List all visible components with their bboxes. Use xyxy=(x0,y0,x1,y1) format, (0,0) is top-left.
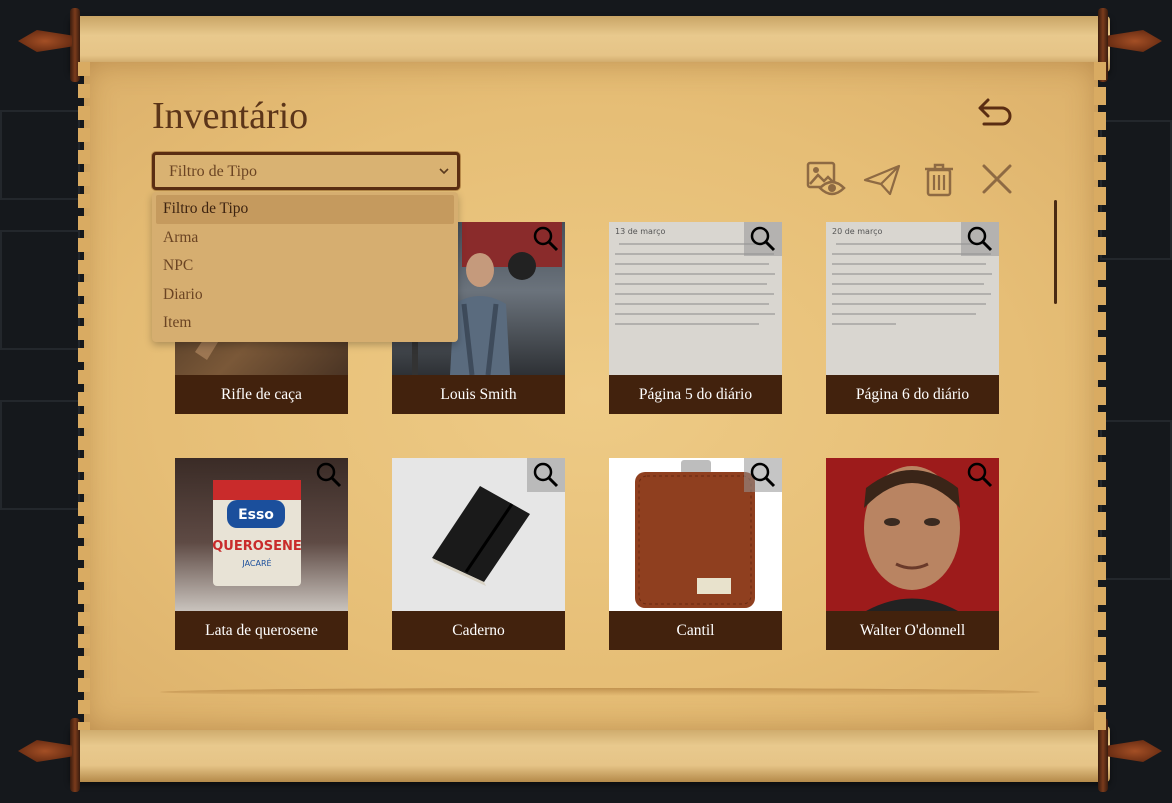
backdrop-tile xyxy=(1100,420,1172,580)
zoom-button[interactable] xyxy=(961,222,999,256)
filter-option[interactable]: Arma xyxy=(156,224,454,253)
item-label: Cantil xyxy=(609,611,782,650)
scrollbar[interactable] xyxy=(1054,200,1057,304)
zoom-button[interactable] xyxy=(310,458,348,492)
inventory-card[interactable]: 13 de março Página 5 do diário xyxy=(609,222,782,414)
chevron-down-icon xyxy=(439,168,449,175)
inventory-card[interactable]: Walter O'donnell xyxy=(826,458,999,650)
can-sub: JACARÉ xyxy=(241,557,271,568)
item-label: Louis Smith xyxy=(392,375,565,414)
parchment-edge xyxy=(1094,62,1106,730)
magnifier-icon xyxy=(750,226,776,252)
inventory-card[interactable]: Cantil xyxy=(609,458,782,650)
item-image xyxy=(609,458,782,611)
page-title: Inventário xyxy=(152,95,309,137)
magnifier-icon xyxy=(533,462,559,488)
type-filter-value: Filtro de Tipo xyxy=(169,163,258,180)
inventory-card[interactable]: 20 de março Página 6 do diário xyxy=(826,222,999,414)
magnifier-icon xyxy=(533,226,559,252)
item-image: Esso QUEROSENE JACARÉ xyxy=(175,458,348,611)
panel-shadow xyxy=(160,688,1040,696)
can-brand: Esso xyxy=(238,507,274,523)
backdrop-tile xyxy=(0,230,80,350)
parchment-edge xyxy=(78,62,90,730)
item-label: Lata de querosene xyxy=(175,611,348,650)
inventory-card[interactable]: Caderno xyxy=(392,458,565,650)
item-image: 20 de março xyxy=(826,222,999,375)
item-image xyxy=(826,458,999,611)
magnifier-icon xyxy=(967,226,993,252)
zoom-button[interactable] xyxy=(527,222,565,256)
page-date: 13 de março xyxy=(615,227,665,236)
back-button[interactable] xyxy=(976,96,1016,132)
backdrop-tile xyxy=(1100,120,1172,260)
undo-arrow-icon xyxy=(978,98,1012,126)
magnifier-icon xyxy=(750,462,776,488)
filter-option[interactable]: NPC xyxy=(156,252,454,281)
type-filter-select[interactable]: Filtro de Tipo xyxy=(152,152,460,190)
zoom-button[interactable] xyxy=(744,458,782,492)
filter-option[interactable]: Item xyxy=(156,309,454,338)
type-filter-dropdown: Filtro de Tipo Arma NPC Diario Item xyxy=(152,192,458,342)
send-button[interactable] xyxy=(862,160,902,200)
view-image-button[interactable] xyxy=(806,160,846,200)
magnifier-icon xyxy=(967,462,993,488)
delete-button[interactable] xyxy=(920,160,960,200)
item-label: Caderno xyxy=(392,611,565,650)
backdrop-tile xyxy=(0,110,80,200)
item-label: Página 5 do diário xyxy=(609,375,782,414)
send-icon xyxy=(863,164,901,196)
can-product: QUEROSENE xyxy=(212,539,302,554)
close-button[interactable] xyxy=(978,160,1018,200)
image-view-icon xyxy=(806,161,846,196)
zoom-button[interactable] xyxy=(744,222,782,256)
close-icon xyxy=(982,164,1012,194)
item-label: Walter O'donnell xyxy=(826,611,999,650)
filter-option[interactable]: Filtro de Tipo xyxy=(156,195,454,224)
backdrop-tile xyxy=(0,400,80,510)
scroll-rod-bottom xyxy=(70,726,1110,782)
inventory-card[interactable]: Esso QUEROSENE JACARÉ Lata de querosene xyxy=(175,458,348,650)
page-date: 20 de março xyxy=(832,227,882,236)
item-image: 13 de março xyxy=(609,222,782,375)
filter-option[interactable]: Diario xyxy=(156,281,454,310)
item-image xyxy=(392,458,565,611)
zoom-button[interactable] xyxy=(961,458,999,492)
trash-icon xyxy=(925,163,953,197)
item-label: Página 6 do diário xyxy=(826,375,999,414)
item-label: Rifle de caça xyxy=(175,375,348,414)
zoom-button[interactable] xyxy=(527,458,565,492)
magnifier-icon xyxy=(316,462,342,488)
